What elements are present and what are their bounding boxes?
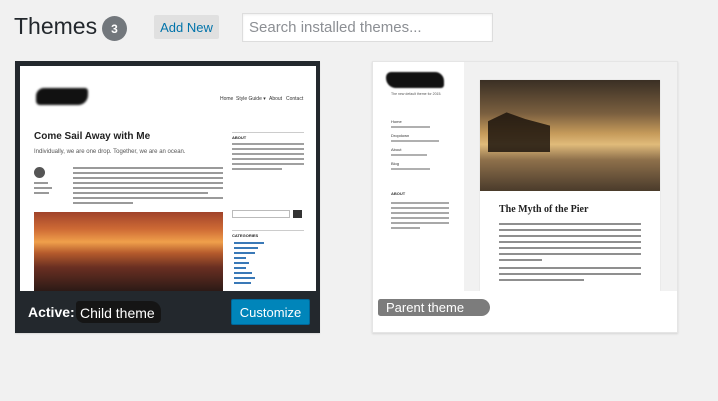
active-label: Active: <box>28 304 75 320</box>
search-input[interactable] <box>242 13 493 42</box>
preview-meta-line <box>34 182 48 184</box>
preview-menu-item: Home <box>391 119 402 124</box>
preview-sunset-image <box>34 212 223 291</box>
preview-post-title: The Myth of the Pier <box>499 204 589 215</box>
theme-name: Parent theme <box>378 299 491 316</box>
customize-button[interactable]: Customize <box>231 299 310 325</box>
theme-card-parent[interactable]: The new default theme for 2015. Home Dro… <box>372 61 678 333</box>
preview-post: The Myth of the Pier <box>480 80 660 291</box>
redacted-logo <box>36 88 88 105</box>
preview-nav-item: Style Guide ▾ <box>236 96 266 102</box>
preview-nav-item: About <box>269 96 283 102</box>
preview-nav-item: Home <box>220 96 234 102</box>
preview-search-button <box>293 210 302 218</box>
preview-sidebar-heading: ABOUT <box>232 132 304 140</box>
preview-sidebar-categories: CATEGORIES <box>232 230 304 241</box>
preview-sidebar: ABOUT <box>232 132 304 173</box>
preview-menu-item: Dropdown <box>391 133 410 138</box>
preview-site-description: The new default theme for 2015. <box>391 92 442 96</box>
preview-about-text <box>391 202 449 232</box>
theme-name-bar: Parent theme <box>373 291 677 332</box>
theme-count-badge: 3 <box>102 16 127 41</box>
preview-pier-image <box>480 80 660 191</box>
redacted-logo <box>386 72 444 88</box>
theme-name: Child theme <box>76 301 161 323</box>
theme-card-active[interactable]: Home Style Guide ▾ About Contact Come Sa… <box>15 61 320 333</box>
preview-sidebar-heading: ABOUT <box>391 191 406 196</box>
preview-search-box <box>232 210 290 218</box>
theme-actions-bar: Active: Child theme Customize <box>16 291 319 332</box>
preview-menu-item: Blog <box>391 161 400 166</box>
theme-screenshot[interactable]: The new default theme for 2015. Home Dro… <box>373 62 677 291</box>
preview-sidebar: The new default theme for 2015. Home Dro… <box>373 62 464 291</box>
preview-body-text <box>73 167 223 207</box>
preview-category-links <box>234 242 264 287</box>
preview-post-subtitle: Individually, we are one drop. Together,… <box>34 149 186 155</box>
preview-body-text <box>499 223 641 285</box>
add-new-button[interactable]: Add New <box>154 15 219 39</box>
preview-post-title: Come Sail Away with Me <box>34 131 151 142</box>
page-header: Themes 3 Add New <box>0 0 718 56</box>
preview-menu: Home Dropdown About Blog <box>391 119 451 175</box>
page-title: Themes <box>14 13 98 39</box>
theme-screenshot[interactable]: Home Style Guide ▾ About Contact Come Sa… <box>20 66 316 291</box>
preview-meta-line <box>34 187 52 189</box>
preview-meta-line <box>34 192 49 194</box>
preview-avatar <box>34 167 45 178</box>
preview-sidebar-heading: CATEGORIES <box>232 230 304 238</box>
preview-nav-item: Contact <box>286 96 304 102</box>
preview-menu-item: About <box>391 147 402 152</box>
